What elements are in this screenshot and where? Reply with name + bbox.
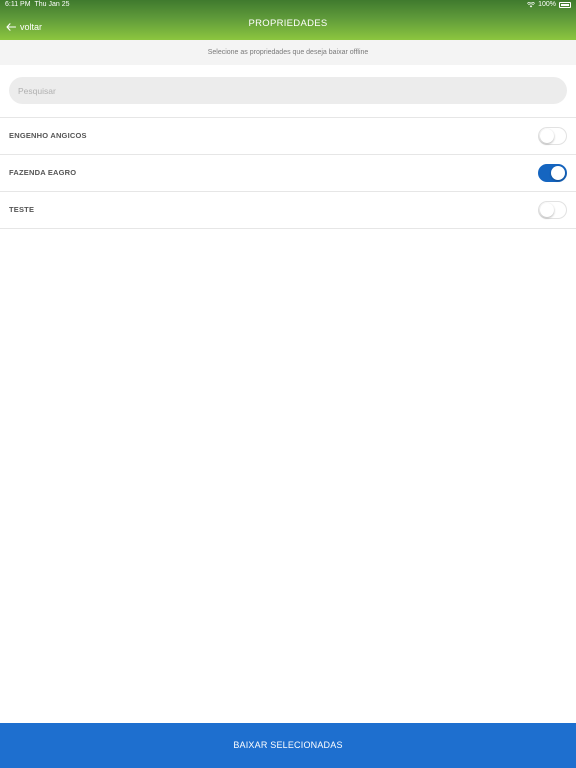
toggle-knob <box>540 203 554 217</box>
wifi-icon <box>527 2 536 8</box>
property-row-teste: TESTE <box>0 192 576 229</box>
property-name: FAZENDA EAGRO <box>9 168 77 177</box>
property-row-engenho-angicos: ENGENHO ANGICOS <box>0 118 576 155</box>
status-date: Thu Jan 25 <box>34 1 70 8</box>
page-title: PROPRIEDADES <box>248 18 328 29</box>
property-list: ENGENHO ANGICOS FAZENDA EAGRO TESTE <box>0 117 576 229</box>
status-right: 100% <box>527 0 571 10</box>
property-row-fazenda-eagro: FAZENDA EAGRO <box>0 155 576 192</box>
status-time: 6:11 PM <box>5 1 31 8</box>
search-input[interactable] <box>9 77 567 104</box>
search-container <box>9 77 567 104</box>
property-toggle[interactable] <box>538 164 567 182</box>
app-header: 6:11 PM Thu Jan 25 100% voltar PROPRIEDA… <box>0 0 576 40</box>
property-name: ENGENHO ANGICOS <box>9 131 87 140</box>
property-name: TESTE <box>9 205 35 214</box>
battery-percent: 100% <box>538 1 556 8</box>
property-toggle[interactable] <box>538 201 567 219</box>
page-subtitle: Selecione as propriedades que deseja bai… <box>0 40 576 65</box>
status-bar: 6:11 PM Thu Jan 25 100% <box>0 0 576 10</box>
download-selected-button[interactable]: BAIXAR SELECIONADAS <box>0 723 576 768</box>
toggle-knob <box>540 129 554 143</box>
property-toggle[interactable] <box>538 127 567 145</box>
status-time-date: 6:11 PM Thu Jan 25 <box>5 0 69 10</box>
toggle-knob <box>551 166 565 180</box>
battery-icon <box>559 2 571 8</box>
